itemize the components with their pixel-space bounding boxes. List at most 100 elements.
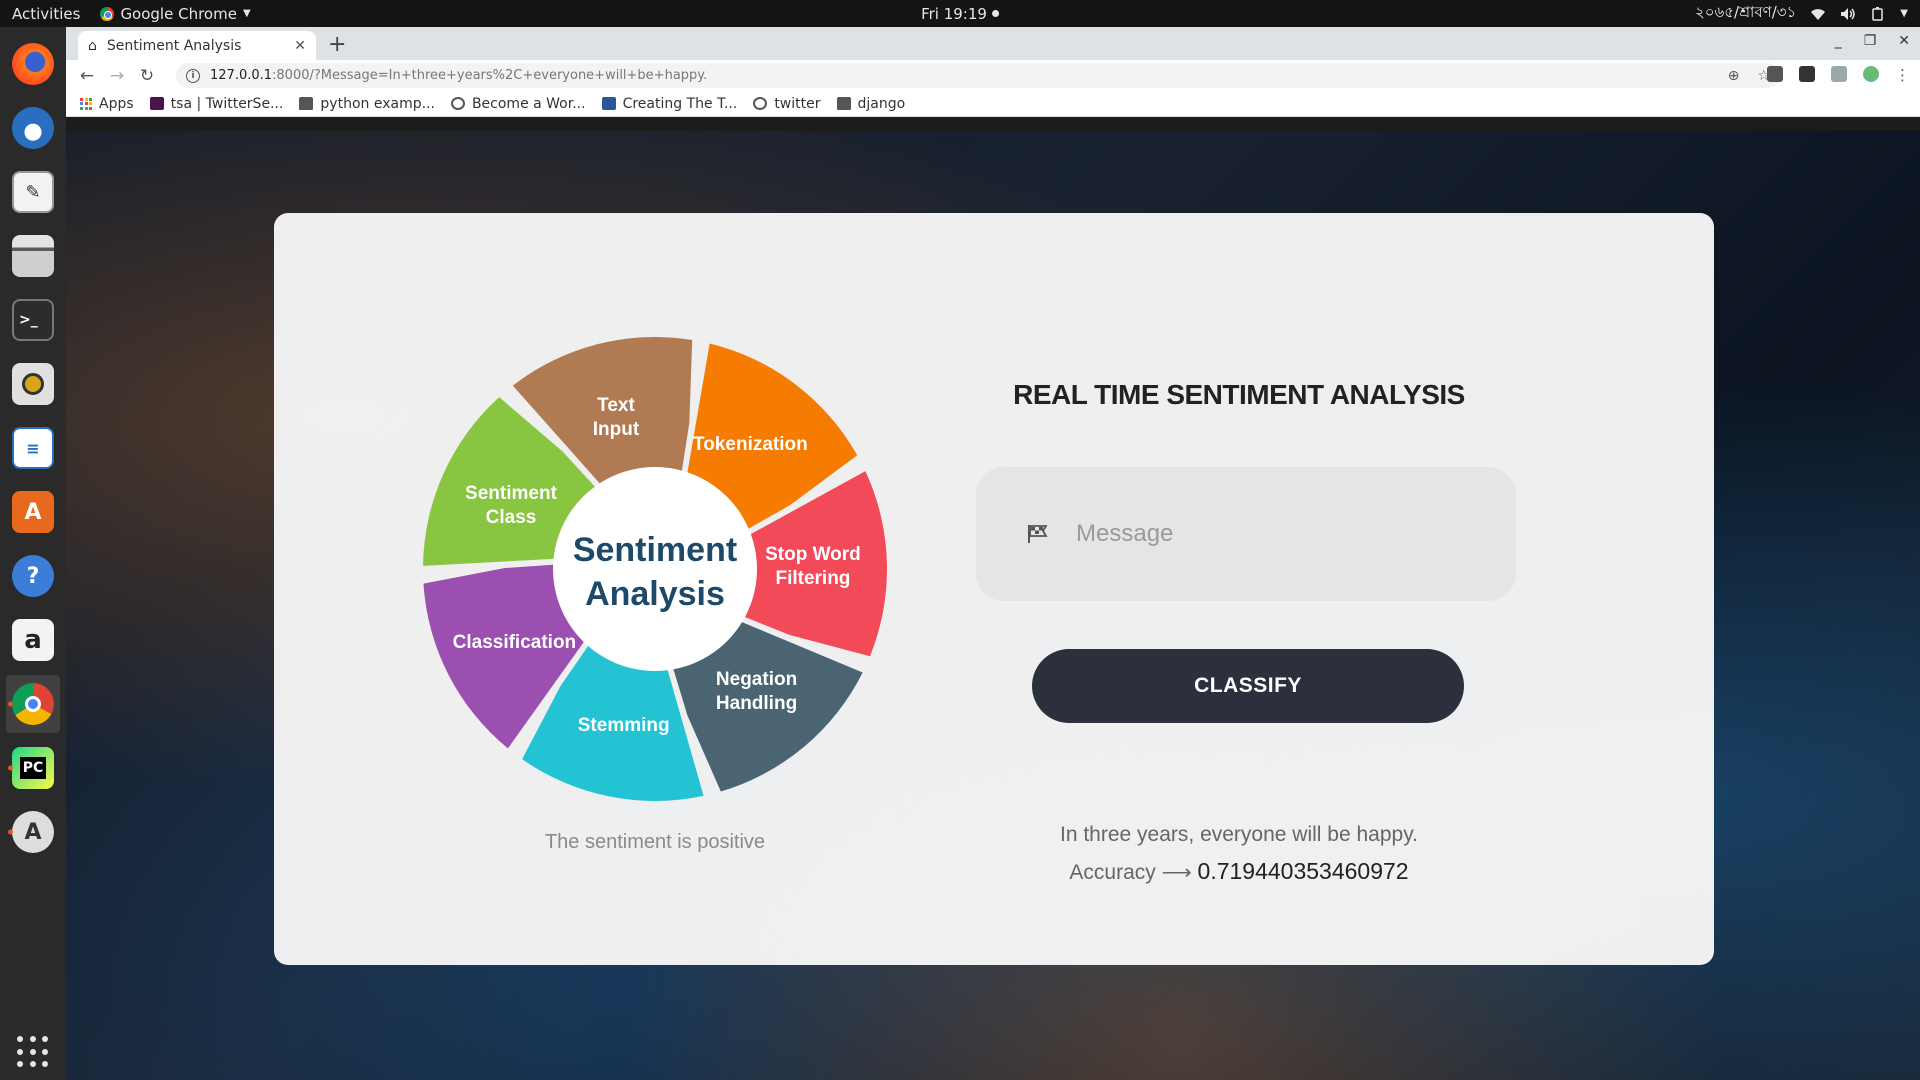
bookmark-tsa[interactable]: tsa | TwitterSe... <box>149 95 284 112</box>
info-icon[interactable]: i <box>186 68 200 83</box>
extensions-area: ⋮ <box>1767 66 1910 84</box>
launcher-files[interactable] <box>6 227 60 285</box>
slack-icon <box>149 97 164 110</box>
message-input[interactable] <box>1076 520 1476 548</box>
menu-kebab-icon[interactable]: ⋮ <box>1895 66 1910 84</box>
accuracy-row: Accuracy ⟶ 0.719440353460972 <box>974 858 1504 885</box>
launcher-help[interactable]: ? <box>6 547 60 605</box>
app-menu-label: Google Chrome <box>120 4 237 23</box>
chrome-window: ⌂ Sentiment Analysis ✕ + _ ❐ ✕ ← → ↻ i 1… <box>66 27 1920 1080</box>
bookmark-creating-the[interactable]: Creating The T... <box>601 96 737 112</box>
url-path: :8000/?Message=In+three+years%2C+everyon… <box>272 68 708 83</box>
arrow-right-icon: ⟶ <box>1161 861 1192 884</box>
running-indicator <box>8 701 13 707</box>
bookmark-django[interactable]: django <box>836 96 905 112</box>
bookmark-label: python examp... <box>320 95 435 112</box>
system-tray[interactable]: ২০৬৫/শ্রাবণ/৩১ ▼ <box>1695 1 1908 26</box>
forward-icon[interactable]: → <box>106 66 128 86</box>
running-indicator <box>8 765 13 771</box>
chrome-icon <box>100 6 115 21</box>
launcher-rhythmbox[interactable] <box>6 355 60 413</box>
clock-label: Fri 19:19 <box>921 4 987 23</box>
help-icon: ? <box>12 555 54 597</box>
terminal-icon: >_ <box>12 299 54 341</box>
wheel-segment-label: Stemming <box>578 715 670 736</box>
wheel-segment-label: Stop Word <box>765 544 861 565</box>
sentiment-result-text: The sentiment is positive <box>544 831 766 853</box>
flag-icon <box>1028 525 1048 543</box>
globe-icon <box>753 97 768 110</box>
main-card: Text Input Tokenization Stop Word Filtering N… <box>274 213 1714 965</box>
folder-icon <box>836 97 851 110</box>
accuracy-label: Accuracy <box>1069 861 1156 884</box>
apps-grid-icon <box>80 97 92 110</box>
app-menu[interactable]: Google Chrome ▼ <box>100 4 251 23</box>
clock[interactable]: Fri 19:19 <box>921 5 999 23</box>
wheel-center-label: Sentiment <box>573 531 737 569</box>
browser-toolbar: ← → ↻ i 127.0.0.1:8000/?Message=In+three… <box>66 60 1920 91</box>
bookmark-python-examples[interactable]: python examp... <box>299 96 435 112</box>
extension-icon[interactable] <box>1831 66 1847 82</box>
wheel-segment-label: Filtering <box>775 568 850 589</box>
launcher-chrome[interactable] <box>6 675 60 733</box>
tab-title: Sentiment Analysis <box>106 37 242 54</box>
launcher-updater[interactable]: A <box>6 803 60 861</box>
camera-extension-icon[interactable] <box>1799 66 1815 82</box>
firefox-icon <box>12 43 54 85</box>
notification-dot <box>991 10 999 17</box>
files-icon <box>12 235 54 277</box>
launcher-writer[interactable]: ≡ <box>6 419 60 477</box>
home-icon: ⌂ <box>88 37 97 54</box>
page-viewport: Text Input Tokenization Stop Word Filtering N… <box>66 131 1920 1080</box>
bookmark-apps[interactable]: Apps <box>80 96 134 112</box>
folder-icon <box>299 97 314 110</box>
bookmark-label: tsa | TwitterSe... <box>170 95 284 112</box>
classify-button[interactable]: CLASSIFY <box>1032 649 1464 723</box>
text-editor-icon: ✎ <box>12 171 54 213</box>
wheel-center-label: Analysis <box>585 575 725 613</box>
wheel-segment-label: Sentiment <box>465 483 558 504</box>
back-icon[interactable]: ← <box>76 66 98 86</box>
system-top-bar: Activities Google Chrome ▼ Fri 19:19 ২০৬… <box>0 0 1920 27</box>
activities-button[interactable]: Activities <box>12 5 80 23</box>
tab-sentiment-analysis[interactable]: ⌂ Sentiment Analysis ✕ <box>78 31 316 60</box>
extension-icon[interactable] <box>1767 66 1783 82</box>
profile-avatar[interactable] <box>1863 66 1879 82</box>
zoom-icon[interactable]: ⊕ <box>1728 68 1740 84</box>
page-icon <box>601 97 616 110</box>
bookmark-become-a-wor[interactable]: Become a Wor... <box>450 96 586 112</box>
bookmark-label: Apps <box>99 95 134 112</box>
reload-icon[interactable]: ↻ <box>136 66 158 86</box>
close-tab-icon[interactable]: ✕ <box>294 38 306 54</box>
bookmark-twitter[interactable]: twitter <box>753 96 821 112</box>
show-applications-icon[interactable] <box>17 1036 49 1068</box>
battery-icon <box>1872 6 1884 21</box>
launcher-pycharm[interactable]: PC <box>6 739 60 797</box>
restore-icon[interactable]: ❐ <box>1864 33 1877 49</box>
wheel-segment-label: Text <box>597 395 635 416</box>
new-tab-button[interactable]: + <box>328 32 346 57</box>
wheel-segment-label: Negation <box>716 669 797 690</box>
tab-strip: ⌂ Sentiment Analysis ✕ + _ ❐ ✕ <box>66 27 1920 60</box>
wheel-segment-label: Tokenization <box>693 434 808 455</box>
launcher-dock: ✎ >_ ≡ A ? a PC A <box>0 27 66 1080</box>
sentiment-analysis-wheel: Text Input Tokenization Stop Word Filtering N… <box>423 337 887 801</box>
launcher-terminal[interactable]: >_ <box>6 291 60 349</box>
message-field[interactable] <box>976 467 1516 601</box>
launcher-software[interactable]: A <box>6 483 60 541</box>
address-bar[interactable]: i 127.0.0.1:8000/?Message=In+three+years… <box>176 63 1780 88</box>
wheel-segment-label: Classification <box>453 632 577 653</box>
amazon-icon: a <box>12 619 54 661</box>
url-host: 127.0.0.1 <box>210 68 273 83</box>
chevron-down-icon: ▼ <box>242 8 251 19</box>
running-indicator <box>8 829 13 835</box>
chrome-icon <box>12 683 54 725</box>
thunderbird-icon <box>12 107 54 149</box>
launcher-amazon[interactable]: a <box>6 611 60 669</box>
launcher-text-editor[interactable]: ✎ <box>6 163 60 221</box>
minimize-icon[interactable]: _ <box>1835 33 1842 49</box>
launcher-firefox[interactable] <box>6 35 60 93</box>
rhythmbox-icon <box>12 363 54 405</box>
close-window-icon[interactable]: ✕ <box>1898 33 1910 49</box>
launcher-thunderbird[interactable] <box>6 99 60 157</box>
